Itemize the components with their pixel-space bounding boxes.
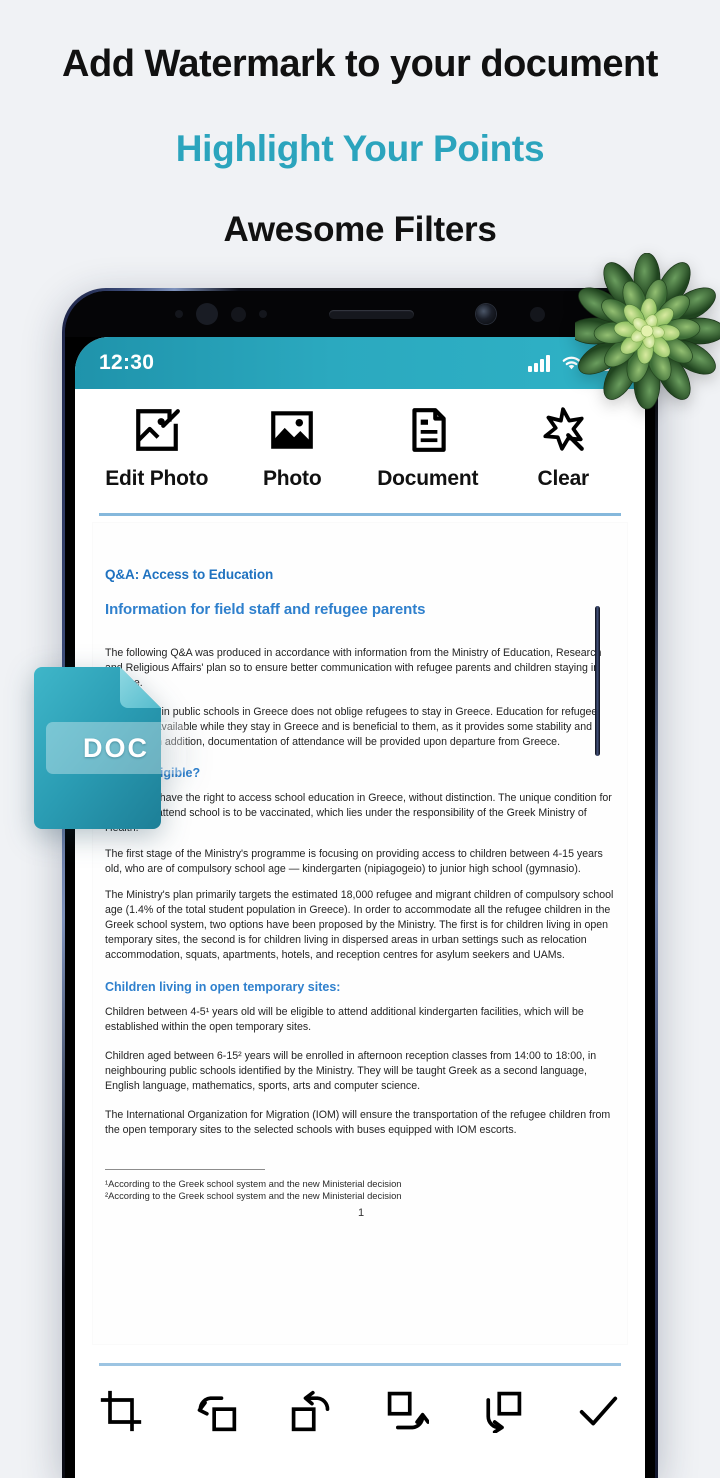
bottom-toolbar xyxy=(75,1366,645,1478)
doc-file-badge: DOC xyxy=(28,665,186,835)
promo-title-primary: Add Watermark to your document xyxy=(62,43,658,85)
footnote-item: ¹According to the Greek school system an… xyxy=(105,1177,402,1189)
app-screen: 12:30 Edit Photo Photo Document Clear Q&… xyxy=(75,337,645,1478)
top-toolbar: Edit Photo Photo Document Clear xyxy=(75,389,645,507)
phone-screen-frame: 12:30 Edit Photo Photo Document Clear Q&… xyxy=(65,291,655,1478)
phone-device-mockup: 12:30 Edit Photo Photo Document Clear Q&… xyxy=(62,288,658,1478)
flip-horizontal-button[interactable] xyxy=(480,1389,524,1433)
power-button[interactable] xyxy=(595,606,600,756)
photo-icon xyxy=(271,411,314,449)
document-paragraph: The International Organization for Migra… xyxy=(105,1108,611,1136)
photo-label: Photo xyxy=(263,467,322,490)
doc-badge-label: DOC xyxy=(46,722,186,774)
proximity-sensor-icon xyxy=(175,310,183,318)
document-paragraph: Children aged between 6-15² years will b… xyxy=(105,1049,597,1092)
rotate-left-button[interactable] xyxy=(194,1389,238,1433)
document-label: Document xyxy=(377,467,479,490)
document-heading-title: Q&A: Access to Education xyxy=(105,567,274,582)
document-paragraph: The following Q&A was produced in accord… xyxy=(105,647,602,689)
checkmark-icon xyxy=(579,1396,618,1426)
succulent-icon xyxy=(568,252,720,410)
photo-button[interactable]: Photo xyxy=(225,405,361,491)
document-preview[interactable]: Q&A: Access to Education Information for… xyxy=(93,523,627,1344)
promo-headings: Add Watermark to your document Highlight… xyxy=(0,0,720,250)
promo-title-tertiary: Awesome Filters xyxy=(223,210,497,250)
edit-photo-button[interactable]: Edit Photo xyxy=(89,405,225,491)
status-time: 12:30 xyxy=(99,351,155,374)
status-bar: 12:30 xyxy=(75,337,645,389)
promo-title-accent: Highlight Your Points xyxy=(175,127,545,169)
phone-top-bezel xyxy=(65,291,655,337)
document-paragraph: The Ministry's plan primarily targets th… xyxy=(105,889,614,962)
edit-photo-label: Edit Photo xyxy=(105,467,209,490)
document-section-heading: Children living in open temporary sites: xyxy=(105,979,341,994)
top-divider xyxy=(99,513,621,516)
flip-vertical-button[interactable] xyxy=(385,1389,429,1433)
front-camera-icon xyxy=(476,304,496,324)
rotate-right-button[interactable] xyxy=(289,1389,333,1433)
flip-vertical-icon xyxy=(387,1391,429,1430)
secondary-sensor-icon xyxy=(530,306,545,322)
flip-horizontal-icon xyxy=(486,1391,521,1433)
document-page-number: 1 xyxy=(357,1206,365,1219)
document-button[interactable]: Document xyxy=(360,405,496,491)
document-footnotes: ¹According to the Greek school system an… xyxy=(105,1164,617,1219)
succulent-plant-decoration xyxy=(568,252,720,413)
crop-icon xyxy=(100,1390,142,1432)
rotate-right-icon xyxy=(292,1390,330,1432)
edit-photo-icon xyxy=(135,409,180,451)
front-sensor-icon xyxy=(196,303,218,325)
document-icon xyxy=(412,408,446,452)
earpiece-speaker-icon xyxy=(329,309,414,319)
footnote-divider xyxy=(105,1168,265,1170)
document-paragraph: All children have the right to access sc… xyxy=(105,792,612,834)
clear-label: Clear xyxy=(537,467,590,490)
signal-bars-icon xyxy=(528,354,550,372)
iris-sensor-icon xyxy=(231,306,246,322)
document-paragraph: The first stage of the Ministry's progra… xyxy=(105,848,603,876)
confirm-button[interactable] xyxy=(575,1388,621,1434)
clear-button[interactable]: Clear xyxy=(496,405,632,491)
document-heading-subtitle: Information for field staff and refugee … xyxy=(105,601,426,618)
sensor-cluster xyxy=(175,303,267,325)
document-paragraph: Children between 4-5¹ years old will be … xyxy=(105,1005,584,1033)
rotate-left-icon xyxy=(197,1396,237,1432)
footnote-item: ²According to the Greek school system an… xyxy=(105,1190,402,1202)
crop-button[interactable] xyxy=(99,1389,143,1433)
light-sensor-icon xyxy=(259,310,267,318)
